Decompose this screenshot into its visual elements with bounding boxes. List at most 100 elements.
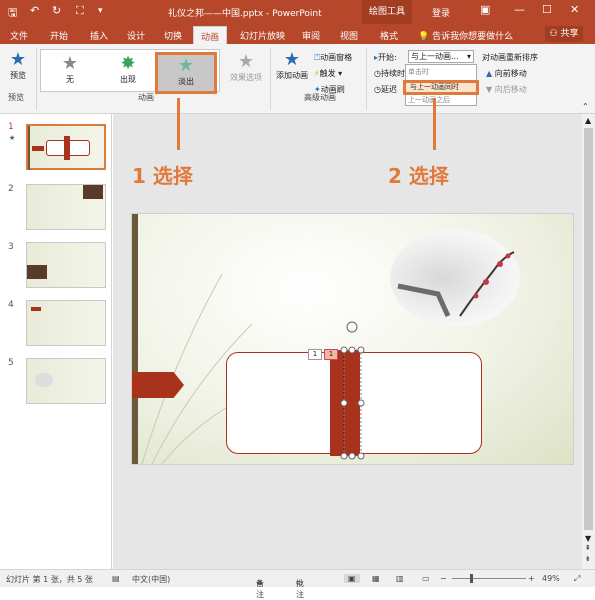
slide-number: 5 [8, 358, 14, 368]
appear-star-icon: ✸ [120, 53, 136, 74]
effect-none[interactable]: ★ 无 [58, 54, 82, 85]
minimize-icon[interactable]: — [514, 3, 525, 16]
person-icon: ⚇ [549, 29, 558, 39]
thumb-arrow [31, 307, 41, 311]
comments-label: 批注 [296, 579, 304, 599]
tab-insert[interactable]: 插入 [90, 29, 108, 42]
slide-thumbnail-5[interactable] [26, 358, 106, 404]
drawing-tools-context-tab: 绘图工具 [362, 0, 412, 24]
preview-label: 预览 [10, 71, 26, 80]
effect-options-star-icon: ★ [237, 51, 255, 72]
redo-icon[interactable]: ↻ [52, 4, 61, 17]
slide-number: 4 [8, 300, 14, 310]
animation-tag-1[interactable]: 1 [308, 349, 322, 360]
login-link[interactable]: 登录 [432, 6, 450, 19]
trigger-button[interactable]: ⚡触发 ▾ [314, 68, 342, 79]
zoom-out-icon[interactable]: − [440, 574, 447, 583]
tab-design[interactable]: 设计 [127, 29, 145, 42]
slide-thumbnail-3[interactable] [26, 242, 106, 288]
move-later-button[interactable]: ▼ 向后移动 [486, 84, 527, 95]
clock-icon: ◷ [374, 69, 381, 78]
selection-handles [340, 321, 365, 460]
tell-me-search[interactable]: 💡 告诉我你想要做什么 [418, 29, 513, 42]
lightbulb-icon: 💡 [418, 32, 430, 42]
share-label: 共享 [560, 29, 579, 39]
slide-number: 1 [8, 122, 14, 132]
previous-slide-icon[interactable]: ⇞ [585, 544, 591, 552]
window-title: 礼仪之邦——中国.pptx - PowerPoint [168, 9, 322, 19]
effect-appear-label: 出现 [120, 75, 136, 84]
tab-format[interactable]: 格式 [380, 29, 398, 42]
notes-label: 备注 [256, 579, 264, 599]
zoom-slider[interactable] [452, 578, 526, 579]
effect-options-button[interactable]: ★ 效果选项 [226, 52, 266, 83]
language-status[interactable]: 中文(中国) [132, 574, 170, 585]
animation-tag-2[interactable]: 1 [324, 349, 338, 360]
zoom-level[interactable]: 49% [542, 574, 560, 583]
close-icon[interactable]: ✕ [570, 3, 579, 16]
tab-home[interactable]: 开始 [50, 29, 68, 42]
customize-quick-access-icon[interactable]: ▾ [98, 6, 103, 16]
tab-review[interactable]: 审阅 [302, 29, 320, 42]
tab-view[interactable]: 视图 [340, 29, 358, 42]
current-slide[interactable]: 1 1 [131, 213, 574, 465]
add-animation-star-icon: ★ [283, 49, 301, 70]
move-earlier-button[interactable]: ▲ 向前移动 [486, 68, 527, 79]
start-dropdown[interactable]: 与上一动画... ▾ [408, 50, 474, 63]
slide-sorter-icon[interactable]: ▦ [372, 574, 380, 583]
trigger-label: 触发 [319, 69, 336, 78]
scroll-up-icon[interactable]: ▲ [585, 116, 591, 125]
ribbon-tabs: 文件 开始 插入 设计 切换 动画 幻灯片放映 审阅 视图 格式 💡 告诉我你想… [0, 24, 595, 44]
effect-fade[interactable]: ★ 淡出 [170, 56, 202, 87]
scroll-down-icon[interactable]: ▼ [585, 534, 591, 543]
slide-thumbnail-1[interactable] [26, 124, 106, 170]
fit-to-window-icon[interactable]: ⤢ [574, 574, 580, 584]
slideshow-icon[interactable]: ▭ [422, 574, 430, 583]
add-animation-button[interactable]: ★ 添加动画 [274, 50, 310, 81]
selected-option-label: 与上一动画同时 [410, 83, 459, 91]
start-from-beginning-icon[interactable]: ⛶ [76, 4, 84, 18]
none-star-icon: ★ [61, 53, 79, 74]
tab-slideshow[interactable]: 幻灯片放映 [240, 29, 285, 42]
animation-group-label: 动画 [138, 93, 154, 102]
title-bar: 🖫 ↶ ↻ ⛶ ▾ 礼仪之邦——中国.pptx - PowerPoint 绘图工… [0, 0, 595, 24]
reading-view-icon[interactable]: ▥ [396, 574, 404, 583]
slide-thumbnail-4[interactable] [26, 300, 106, 346]
thumb-image [35, 373, 53, 387]
effect-options-label: 效果选项 [230, 73, 262, 82]
thumb-stripe [28, 126, 30, 170]
separator [36, 48, 37, 110]
zoom-in-icon[interactable]: + [528, 574, 535, 583]
slide-count: 幻灯片 第 1 张，共 5 张 [6, 575, 93, 584]
delay-label-text: 延迟 [380, 85, 397, 94]
spelling-icon[interactable]: ▤ [112, 574, 120, 583]
separator [366, 48, 367, 110]
share-button[interactable]: ⚇ 共享 [545, 26, 583, 42]
preview-button[interactable]: ★ 预览 [4, 50, 32, 81]
dropdown-option-with-previous-selected[interactable]: 与上一动画同时 [403, 80, 479, 95]
annotation-step-1: 1 选择 [132, 164, 193, 188]
normal-view-icon[interactable]: ▣ [344, 574, 360, 583]
scroll-thumb[interactable] [584, 128, 593, 530]
tab-transitions[interactable]: 切换 [164, 29, 182, 42]
effect-appear[interactable]: ✸ 出现 [114, 54, 142, 85]
animation-pane-button[interactable]: ⏍动画窗格 [314, 52, 352, 63]
callout-line-2 [433, 98, 436, 150]
up-arrow-icon: ▲ [486, 69, 493, 78]
dropdown-option-on-click[interactable]: 单击时 [408, 67, 429, 77]
status-bar: 幻灯片 第 1 张，共 5 张 ▤ 中文(中国) ≡ 备注 ▭ 批注 ▣ ▦ ▥… [0, 569, 595, 599]
vertical-scrollbar[interactable]: ▲ ▼ ⇞ ⇟ [582, 114, 595, 569]
tab-animations[interactable]: 动画 [193, 26, 228, 44]
tab-file[interactable]: 文件 [10, 29, 28, 42]
next-slide-icon[interactable]: ⇟ [585, 555, 591, 563]
undo-icon[interactable]: ↶ [30, 4, 39, 17]
ribbon-display-options-icon[interactable]: ▣ [480, 3, 490, 16]
dropdown-option-after-previous[interactable]: 上一动画之后 [408, 95, 450, 105]
zoom-slider-thumb[interactable] [470, 574, 473, 583]
slide-thumbnail-2[interactable] [26, 184, 106, 230]
save-icon[interactable]: 🖫 [8, 4, 17, 23]
maximize-icon[interactable]: ☐ [542, 3, 552, 16]
effect-fade-label: 淡出 [178, 77, 194, 86]
collapse-ribbon-icon[interactable]: ⌃ [582, 102, 589, 111]
delay-label: ◷延迟 [374, 84, 397, 95]
